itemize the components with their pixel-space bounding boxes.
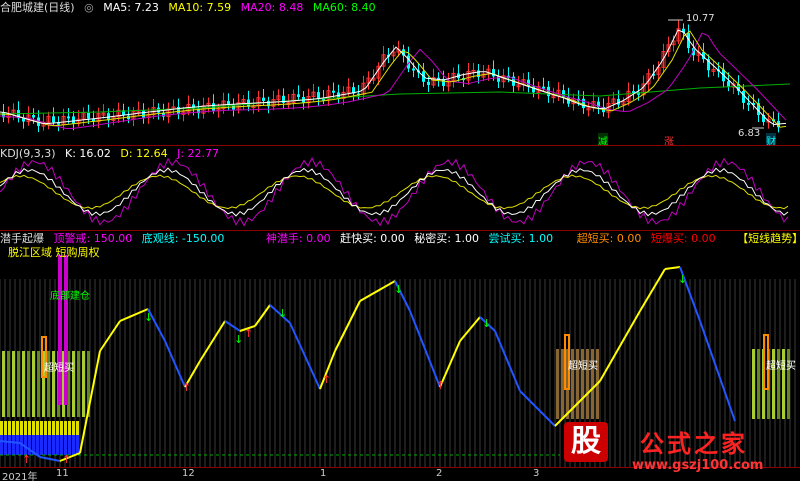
tag-diju: 底部建仓 <box>50 291 90 302</box>
watermark-name: 公式之家 <box>640 430 748 458</box>
watermark-url: www.gszj100.com <box>632 458 764 473</box>
tag-cai[interactable]: 财 <box>766 133 776 145</box>
ma5-label: MA5: 7.23 <box>103 1 159 14</box>
ma20-label: MA20: 8.48 <box>240 1 304 14</box>
tag-jian[interactable]: 减 <box>598 133 608 145</box>
ind-item-7: 短爆买: 0.00 <box>650 232 716 245</box>
settings-icon[interactable]: ◎ <box>84 1 94 14</box>
watermark: 股 公式之家 www.gszj100.com <box>560 418 800 480</box>
tag-chaoduan-3: 超短买 <box>766 361 796 372</box>
kdj-title: KDJ(9,3,3) <box>0 147 56 160</box>
kdj-d: D: 12.64 <box>120 147 168 160</box>
svg-text:↑: ↑ <box>182 381 191 394</box>
ind-item-8: 【短线趋势】: -151.53 <box>737 232 800 245</box>
ind-item-5: 尝试买: 1.00 <box>488 232 554 245</box>
ind-item-1: 底观线: -150.00 <box>141 232 225 245</box>
tag-zhang[interactable]: 涨 <box>664 133 674 145</box>
axis-label-12: 12 <box>182 468 195 479</box>
high-price-label: 10.77 <box>686 13 715 24</box>
kdj-k: K: 16.02 <box>65 147 111 160</box>
axis-label-11: 11 <box>56 468 69 479</box>
axis-label-2: 2 <box>436 468 443 479</box>
ind-item-6: 超短买: 0.00 <box>576 232 642 245</box>
low-price-label: 6.83 <box>738 128 761 139</box>
svg-text:↑: ↑ <box>62 453 71 466</box>
watermark-logo: 股 <box>564 422 608 462</box>
ind-item-2: 神潜手: 0.00 <box>265 232 331 245</box>
axis-label-3: 3 <box>533 468 540 479</box>
axis-label-1: 1 <box>320 468 327 479</box>
ind-item-0: 顶警戒: 150.00 <box>53 232 133 245</box>
ind-item-4: 秘密买: 1.00 <box>414 232 479 245</box>
ind-line2: 脱江区域 短购周权 <box>8 246 100 259</box>
ind-item-3: 赶快买: 0.00 <box>340 232 405 245</box>
price-pane[interactable]: 合肥城建(日线) ◎ MA5: 7.23 MA10: 7.59 MA20: 8.… <box>0 0 800 145</box>
tag-chaoduan-1: 超短买 <box>44 363 74 374</box>
kdj-header: KDJ(9,3,3) K: 16.02 D: 12.64 J: 22.77 <box>0 146 225 162</box>
svg-text:↓: ↓ <box>234 333 243 346</box>
price-chart <box>0 19 791 133</box>
svg-text:↓: ↓ <box>678 273 687 286</box>
ma60-label: MA60: 8.40 <box>312 1 376 14</box>
svg-text:↓: ↓ <box>394 283 403 296</box>
stock-title: 合肥城建(日线) <box>0 1 75 14</box>
indicator-subheader: 脱江区域 短购周权 <box>8 245 106 261</box>
indicator-title: 潜手起爆 <box>0 232 44 245</box>
svg-text:↑: ↑ <box>22 453 31 466</box>
kdj-pane[interactable]: KDJ(9,3,3) K: 16.02 D: 12.64 J: 22.77 <box>0 146 800 230</box>
price-header: 合肥城建(日线) ◎ MA5: 7.23 MA10: 7.59 MA20: 8.… <box>0 0 382 16</box>
axis-label-year: 2021年 <box>2 472 38 481</box>
kdj-j: J: 22.77 <box>177 147 220 160</box>
svg-text:↓: ↓ <box>144 311 153 324</box>
tag-chaoduan-2: 超短买 <box>568 361 598 372</box>
svg-text:↑: ↑ <box>244 327 253 340</box>
ma10-label: MA10: 7.59 <box>168 1 232 14</box>
svg-text:↓: ↓ <box>278 307 287 320</box>
svg-text:↑: ↑ <box>436 379 445 392</box>
indicator-header: 潜手起爆 顶警戒: 150.00 底观线: -150.00 神潜手: 0.00 … <box>0 231 800 247</box>
svg-text:↓: ↓ <box>482 317 491 330</box>
svg-text:↑: ↑ <box>322 373 331 386</box>
